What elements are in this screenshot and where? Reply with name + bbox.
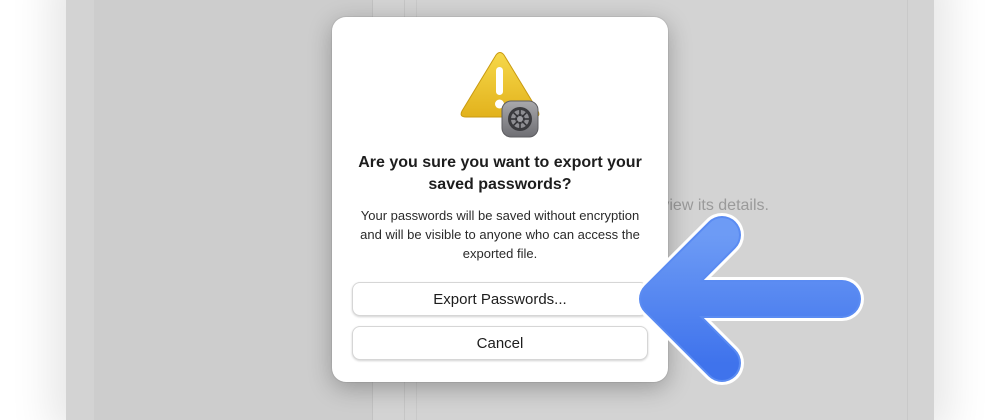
export-passwords-dialog: Are you sure you want to export your sav… [332, 17, 668, 382]
dialog-title: Are you sure you want to export your sav… [358, 154, 642, 193]
warning-with-settings-badge-icon [460, 52, 540, 138]
pointer-arrow-icon [636, 213, 864, 385]
dialog-message: Your passwords will be saved without enc… [360, 208, 640, 261]
cancel-button[interactable]: Cancel [352, 326, 648, 360]
export-passwords-button[interactable]: Export Passwords... [352, 282, 648, 316]
